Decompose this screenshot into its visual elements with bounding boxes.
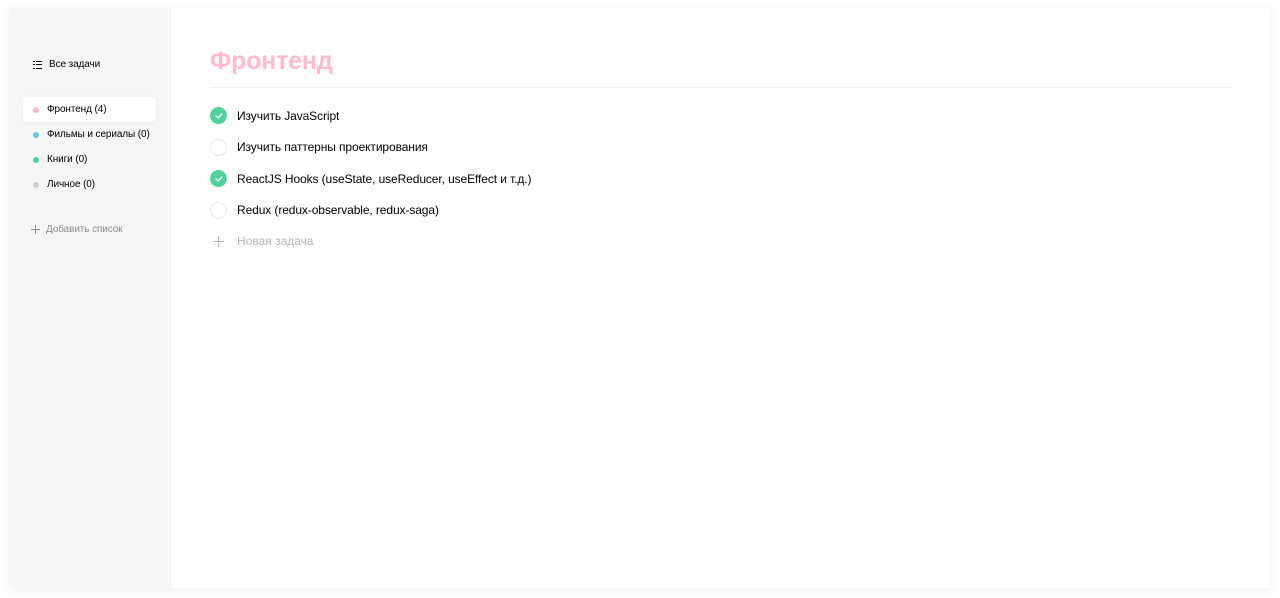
sidebar-list-item[interactable]: Книги (0) (23, 147, 156, 172)
color-dot-icon (33, 156, 39, 163)
task-text: Изучить JavaScript (237, 108, 340, 123)
sidebar: Все задачи Фронтенд (4) Фильмы и сериалы … (10, 8, 171, 588)
task-text: ReactJS Hooks (useState, useReducer, use… (237, 171, 532, 186)
task-row: Изучить JavaScript (210, 100, 1232, 132)
sidebar-item-label: Все задачи (49, 59, 101, 70)
task-row: Изучить паттерны проектирования (210, 132, 1232, 164)
page-title: Фронтенд (210, 47, 333, 75)
checkmark-icon (214, 176, 223, 182)
unchecked-checkbox[interactable] (210, 138, 227, 156)
todo-app-window: Все задачи Фронтенд (4) Фильмы и сериалы … (10, 8, 1270, 588)
sidebar-list-label: Книги (0) (47, 154, 88, 165)
new-task-button[interactable]: Новая задача (210, 226, 1232, 256)
plus-icon (31, 225, 40, 234)
plus-icon (213, 235, 224, 247)
color-dot-icon (33, 181, 39, 188)
color-dot-icon (33, 131, 39, 138)
new-task-label: Новая задача (237, 234, 314, 248)
task-row: Redux (redux-observable, redux-saga) (210, 195, 1232, 227)
color-dot-icon (33, 106, 39, 113)
sidebar-lists: Фронтенд (4) Фильмы и сериалы (0) Книги (0… (10, 97, 170, 197)
sidebar-list-item[interactable]: Фронтенд (4) (23, 97, 156, 122)
sidebar-item-all-tasks[interactable]: Все задачи (23, 52, 156, 77)
title-divider (210, 87, 1232, 88)
sidebar-list-label: Личное (0) (47, 179, 96, 190)
add-list-label: Добавить список (46, 224, 123, 235)
sidebar-list-item[interactable]: Личное (0) (23, 172, 156, 197)
unchecked-checkbox[interactable] (210, 201, 227, 219)
sidebar-list-label: Фильмы и сериалы (0) (47, 129, 150, 140)
add-list-button[interactable]: Добавить список (23, 217, 156, 242)
checkmark-icon (214, 113, 223, 119)
checked-checkbox[interactable] (210, 170, 227, 188)
task-row: ReactJS Hooks (useState, useReducer, use… (210, 163, 1232, 195)
list-icon (33, 60, 42, 69)
task-text: Изучить паттерны проектирования (237, 140, 428, 155)
main-panel: Фронтенд Изучить JavaScript Изучить патте… (171, 8, 1270, 588)
sidebar-list-item[interactable]: Фильмы и сериалы (0) (23, 122, 156, 147)
checked-checkbox[interactable] (210, 107, 227, 125)
task-list: Изучить JavaScript Изучить паттерны проек… (210, 100, 1232, 226)
task-text: Redux (redux-observable, redux-saga) (237, 203, 439, 218)
sidebar-list-label: Фронтенд (4) (47, 104, 107, 115)
